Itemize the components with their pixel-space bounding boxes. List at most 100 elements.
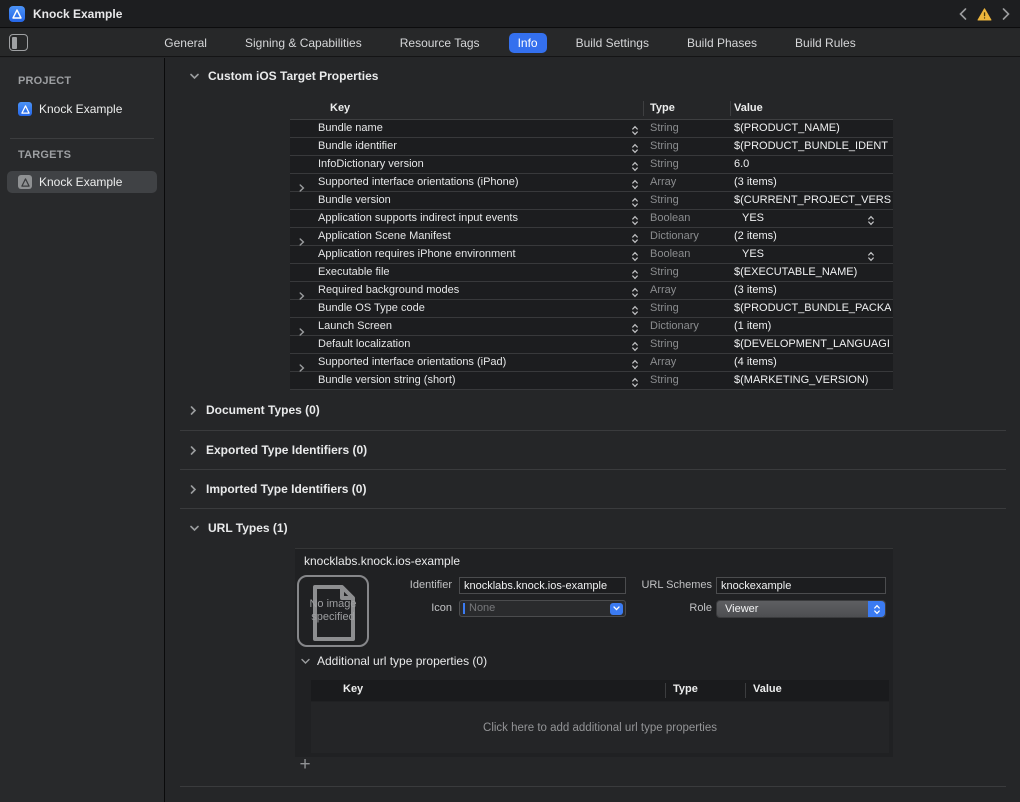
property-value: (3 items)	[734, 282, 891, 299]
text-caret	[463, 603, 465, 614]
chevron-right-icon	[190, 406, 197, 415]
property-key: Application supports indirect input even…	[318, 210, 518, 227]
property-type: String	[650, 192, 679, 209]
property-key: Executable file	[318, 264, 390, 281]
property-value: (3 items)	[734, 174, 891, 191]
property-key: Launch Screen	[318, 318, 392, 335]
property-type: String	[650, 138, 679, 155]
property-key: Bundle OS Type code	[318, 300, 425, 317]
nav-back-button[interactable]	[959, 8, 967, 20]
section-url-types[interactable]: URL Types (1)	[190, 520, 288, 536]
property-type: String	[650, 300, 679, 317]
tab-info[interactable]: Info	[509, 33, 547, 53]
role-popup-value: Viewer	[725, 601, 758, 617]
role-label: Role	[629, 600, 712, 616]
property-row[interactable]: Application requires iPhone environment …	[290, 246, 893, 264]
url-schemes-field[interactable]	[716, 577, 886, 594]
property-value: $(DEVELOPMENT_LANGUAGI	[734, 336, 891, 353]
chevron-right-icon	[190, 485, 197, 494]
property-value: $(PRODUCT_BUNDLE_PACKA	[734, 300, 891, 317]
column-header-key: Key	[330, 102, 350, 114]
property-value: $(CURRENT_PROJECT_VERS	[734, 192, 891, 209]
nav-forward-button[interactable]	[1002, 8, 1010, 20]
sidebar-item-label: Knock Example	[39, 102, 122, 116]
window-title: Knock Example	[33, 7, 122, 21]
property-type: Dictionary	[650, 228, 699, 245]
url-type-item: knocklabs.knock.ios-example No image spe…	[295, 548, 893, 757]
column-header-value: Value	[734, 102, 763, 114]
column-header-type: Type	[650, 102, 675, 114]
property-row[interactable]: Launch Screen Dictionary (1 item)	[290, 318, 893, 336]
property-row[interactable]: Bundle OS Type code String $(PRODUCT_BUN…	[290, 300, 893, 318]
url-type-name: knocklabs.knock.ios-example	[304, 554, 460, 568]
sidebar: PROJECT Knock Example TARGETS Knock Exam…	[0, 58, 165, 802]
icon-label: Icon	[295, 600, 452, 616]
section-divider	[180, 430, 1006, 431]
title-bar: Knock Example	[0, 0, 1020, 28]
property-row[interactable]: Supported interface orientations (iPhone…	[290, 174, 893, 192]
tab-resource-tags[interactable]: Resource Tags	[391, 33, 489, 53]
tab-general[interactable]: General	[155, 33, 216, 53]
property-row[interactable]: Bundle version String $(CURRENT_PROJECT_…	[290, 192, 893, 210]
warning-icon[interactable]	[977, 8, 992, 21]
property-row[interactable]: Bundle identifier String $(PRODUCT_BUNDL…	[290, 138, 893, 156]
sidebar-item-label: Knock Example	[39, 175, 122, 189]
property-value: (4 items)	[734, 354, 891, 371]
chevron-right-icon	[190, 446, 197, 455]
section-document-types[interactable]: Document Types (0)	[190, 402, 320, 418]
property-row[interactable]: Executable file String $(EXECUTABLE_NAME…	[290, 264, 893, 282]
section-exported-type-identifiers[interactable]: Exported Type Identifiers (0)	[190, 442, 367, 458]
property-row[interactable]: Supported interface orientations (iPad) …	[290, 354, 893, 372]
url-schemes-label: URL Schemes	[629, 577, 712, 593]
property-key: Bundle version string (short)	[318, 372, 456, 389]
icon-combobox[interactable]: None	[459, 600, 626, 617]
chevron-down-icon	[190, 525, 199, 532]
properties-table-header: Key Type Value	[290, 100, 893, 120]
combobox-dropdown-icon[interactable]	[610, 603, 623, 615]
property-row[interactable]: Application supports indirect input even…	[290, 210, 893, 228]
property-value: 6.0	[734, 156, 891, 173]
section-divider	[180, 508, 1006, 509]
section-custom-ios-target-properties[interactable]: Custom iOS Target Properties	[190, 68, 378, 84]
column-header-key: Key	[343, 683, 363, 695]
property-row[interactable]: Required background modes Array (3 items…	[290, 282, 893, 300]
property-row[interactable]: Application Scene Manifest Dictionary (2…	[290, 228, 893, 246]
property-type: String	[650, 156, 679, 173]
tab-signing-capabilities[interactable]: Signing & Capabilities	[236, 33, 371, 53]
add-url-type-button[interactable]: +	[296, 756, 314, 774]
add-property-row[interactable]: Click here to add additional url type pr…	[311, 702, 889, 753]
role-popup[interactable]: Viewer	[716, 600, 886, 618]
identifier-label: Identifier	[295, 577, 452, 593]
sidebar-item-target[interactable]: Knock Example	[7, 171, 157, 193]
tab-build-phases[interactable]: Build Phases	[678, 33, 766, 53]
property-type: String	[650, 264, 679, 281]
property-key: Supported interface orientations (iPhone…	[318, 174, 519, 191]
property-key: Required background modes	[318, 282, 459, 299]
identifier-field[interactable]	[459, 577, 626, 594]
property-row[interactable]: InfoDictionary version String 6.0	[290, 156, 893, 174]
target-icon	[18, 175, 32, 189]
sidebar-item-project[interactable]: Knock Example	[7, 98, 157, 120]
additional-properties-table: Key Type Value Click here to add additio…	[311, 680, 889, 753]
column-header-value: Value	[753, 683, 782, 695]
key-stepper-icon[interactable]	[631, 375, 639, 393]
section-imported-type-identifiers[interactable]: Imported Type Identifiers (0)	[190, 481, 366, 497]
property-type: Array	[650, 174, 676, 191]
property-key: Supported interface orientations (iPad)	[318, 354, 506, 371]
project-section-header: PROJECT	[18, 75, 71, 87]
column-header-type: Type	[673, 683, 698, 695]
additional-properties-header[interactable]: Additional url type properties (0)	[301, 654, 487, 668]
property-row[interactable]: Bundle name String $(PRODUCT_NAME)	[290, 120, 893, 138]
property-row[interactable]: Default localization String $(DEVELOPMEN…	[290, 336, 893, 354]
tab-build-rules[interactable]: Build Rules	[786, 33, 865, 53]
tab-build-settings[interactable]: Build Settings	[567, 33, 658, 53]
property-value: $(PRODUCT_BUNDLE_IDENT	[734, 138, 891, 155]
xcode-project-icon	[9, 6, 25, 22]
property-value: $(MARKETING_VERSION)	[734, 372, 891, 389]
info-pane: Custom iOS Target Properties Key Type Va…	[166, 58, 1020, 802]
popup-stepper-icon[interactable]	[868, 601, 885, 617]
property-key: Default localization	[318, 336, 410, 353]
property-row[interactable]: Bundle version string (short) String $(M…	[290, 372, 893, 390]
project-icon	[18, 102, 32, 116]
property-type: String	[650, 120, 679, 137]
